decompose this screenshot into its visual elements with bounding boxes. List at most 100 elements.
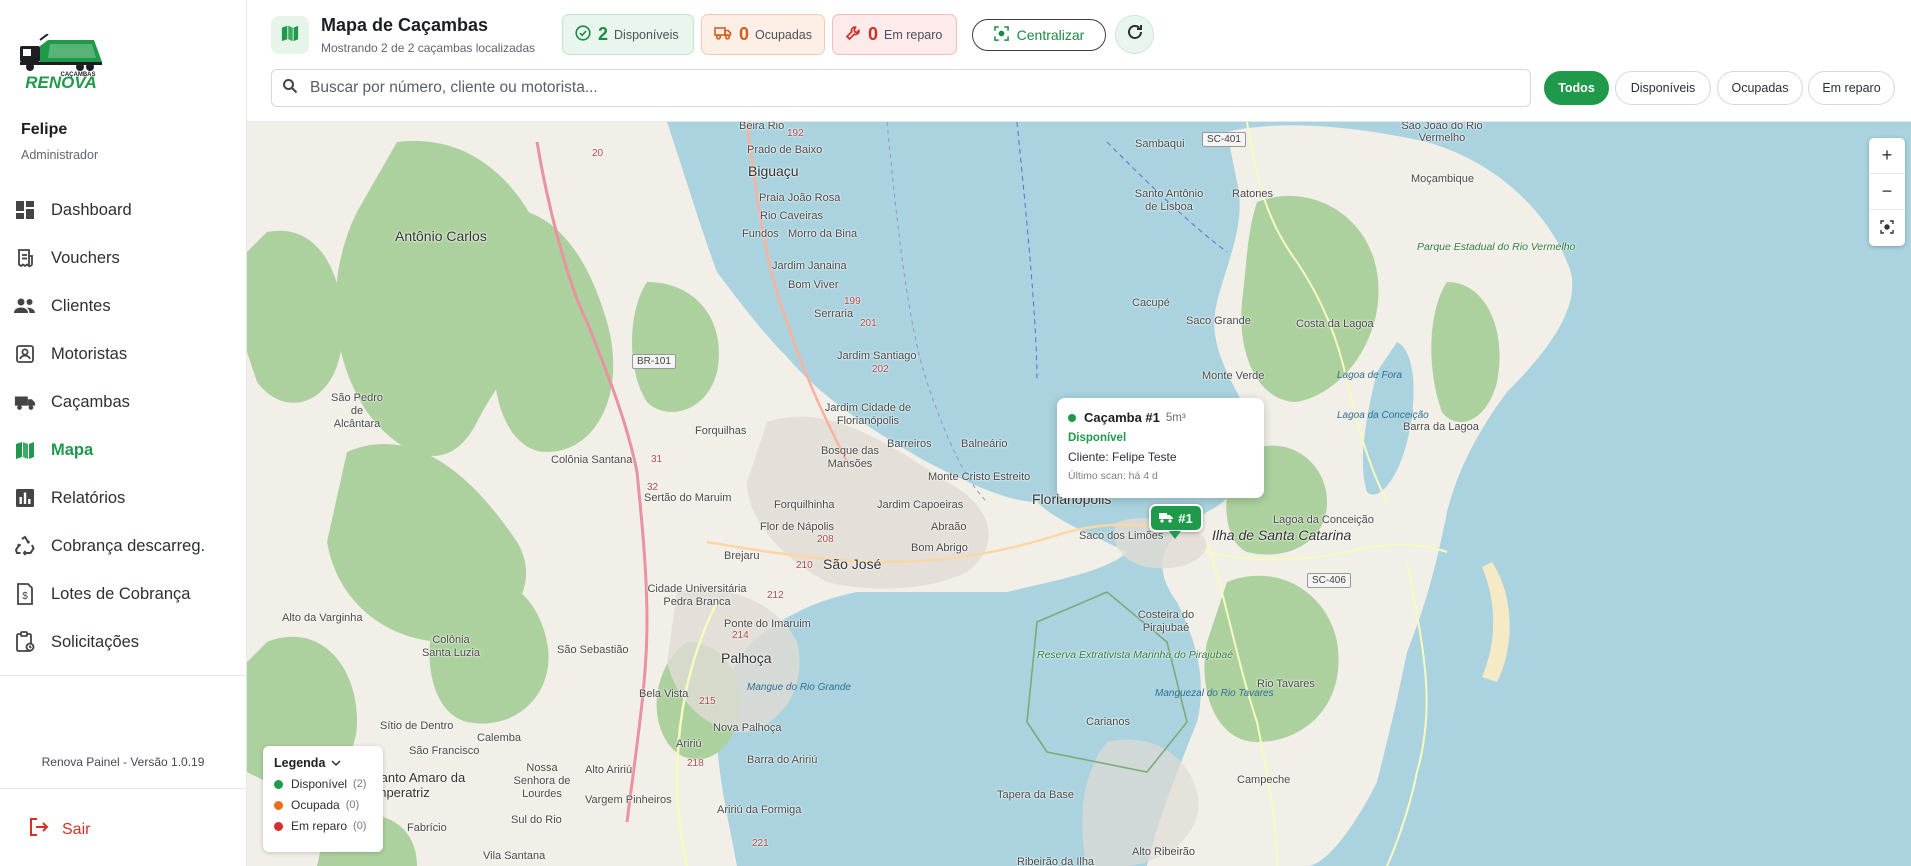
search-input[interactable] (310, 79, 1490, 97)
center-map-button[interactable]: Centralizar (972, 19, 1106, 51)
stat-repair: 0 Em reparo (832, 14, 957, 55)
road-number: 215 (699, 696, 716, 707)
logout-button[interactable]: Sair (28, 816, 90, 843)
road-shield: SC-401 (1202, 132, 1246, 147)
map-label: Costa da Lagoa (1296, 318, 1374, 330)
map-label: Vargem Pinheiros (585, 794, 672, 806)
road-number: 201 (860, 318, 877, 329)
road-number: 218 (687, 758, 704, 769)
legend-item-available: Disponível (2) (274, 777, 372, 791)
sidebar-item-relatorios[interactable]: Relatórios (0, 474, 246, 522)
stat-occupied-label: Ocupadas (755, 27, 812, 42)
sidebar-item-label: Vouchers (51, 248, 120, 267)
zoom-in-button[interactable]: + (1869, 138, 1905, 174)
popup-cacamba-name: Caçamba #1 (1084, 410, 1160, 425)
map-label: Praia João Rosa (759, 192, 841, 204)
map-label: Barreiros (887, 438, 932, 450)
cacamba-popup[interactable]: Caçamba #1 5m³ Disponível Cliente: Felip… (1057, 398, 1264, 498)
map-label: Serraria (814, 308, 854, 320)
sidebar-item-clientes[interactable]: Clientes (0, 282, 246, 330)
sidebar-item-vouchers[interactable]: Vouchers (0, 234, 246, 282)
status-dot (1068, 413, 1076, 422)
page-header: Mapa de Caçambas Mostrando 2 de 2 caçamb… (247, 0, 1911, 122)
app-version: Renova Painel - Versão 1.0.19 (41, 755, 205, 769)
map-label: Bela Vista (639, 688, 689, 700)
road-shield: SC-406 (1307, 573, 1351, 588)
sidebar-item-label: Clientes (51, 296, 111, 315)
cacamba-marker[interactable]: #1 (1149, 504, 1203, 532)
map-label: Nova Palhoça (713, 722, 782, 734)
sidebar-item-solicitacoes[interactable]: Solicitações (0, 618, 246, 666)
sidebar-divider (0, 675, 246, 676)
map-badge (271, 16, 309, 54)
filter-chip-todos[interactable]: Todos (1544, 71, 1609, 105)
map-label: Lagoa de Fora (1337, 370, 1403, 381)
road-number: 199 (844, 296, 861, 307)
clipboard-icon (14, 631, 36, 653)
renova-logo[interactable]: RENOVA CAÇAMBAS (18, 33, 104, 92)
map-label: Ribeirão da Ilha (1017, 856, 1095, 866)
sidebar-item-cobranca-descarreg[interactable]: Cobrança descarreg. (0, 522, 246, 570)
map-label: Alto Ribeirão (1132, 846, 1195, 858)
legend-count: (0) (345, 799, 360, 811)
map-label: Bom Viver (788, 279, 839, 291)
map-view[interactable]: Beira Rio Prado de Baixo Biguaçu Praia J… (247, 122, 1911, 866)
locate-button[interactable] (1869, 210, 1905, 246)
map-label: São João do Rio Vermelho (1401, 122, 1483, 144)
map-label: São Sebastião (557, 644, 629, 656)
zoom-out-button[interactable]: − (1869, 174, 1905, 210)
map-label: Barra do Aririú (747, 754, 818, 766)
center-map-label: Centralizar (1016, 27, 1085, 43)
stat-occupied-count: 0 (739, 24, 750, 44)
sidebar-item-label: Lotes de Cobrança (51, 584, 191, 603)
map-label: Forquilhas (695, 425, 747, 437)
marker-label: #1 (1178, 510, 1193, 526)
map-label: São Pedro de Alcântara (331, 392, 383, 430)
sidebar-item-label: Caçambas (51, 392, 130, 411)
map-label: Carianos (1086, 716, 1131, 728)
map-label: São José (823, 556, 882, 572)
map-label: Colônia Santa Luzia (421, 634, 481, 659)
map-label: Prado de Baixo (747, 144, 823, 156)
sidebar-item-label: Motoristas (51, 344, 128, 363)
map-label: Parque Estadual do Rio Vermelho (1417, 241, 1575, 253)
map-label: Jardim Cidade de Florianópolis (824, 402, 912, 427)
map-label: Alto Aririú (585, 764, 633, 776)
recycle-icon (14, 535, 36, 557)
map-label: Biguaçu (748, 163, 799, 179)
sidebar-item-dashboard[interactable]: Dashboard (0, 186, 246, 234)
map-label: Aririú da Formiga (717, 804, 802, 816)
center-focus-icon (993, 26, 1009, 44)
sidebar-item-cacambas[interactable]: Caçambas (0, 378, 246, 426)
popup-status: Disponível (1068, 432, 1127, 444)
people-icon (14, 295, 36, 317)
legend-label: Em reparo (291, 819, 348, 833)
road-number: 202 (872, 364, 889, 375)
map-label: Forquilhinha (774, 499, 835, 511)
sidebar-divider (0, 788, 246, 789)
sidebar-nav: Dashboard Vouchers Clientes Motoristas C… (0, 186, 246, 666)
filter-chip-ocupadas[interactable]: Ocupadas (1717, 71, 1803, 105)
map-label: Moçambique (1411, 173, 1474, 185)
legend-toggle[interactable]: Legenda (274, 756, 372, 770)
map-label: Fundos (742, 228, 779, 240)
logout-label: Sair (62, 820, 91, 838)
map-label: Ratones (1232, 188, 1273, 200)
map-label: Colônia Santana (551, 454, 633, 466)
filter-chip-disponiveis[interactable]: Disponíveis (1615, 71, 1711, 105)
map-label: Sambaqui (1135, 138, 1185, 150)
sidebar-item-lotes-cobranca[interactable]: $ Lotes de Cobrança (0, 570, 246, 618)
map-icon (281, 24, 299, 47)
filter-chip-em-reparo[interactable]: Em reparo (1808, 71, 1895, 105)
legend-dot (274, 821, 283, 831)
stat-available-label: Disponíveis (614, 27, 679, 42)
map-label: Antônio Carlos (395, 228, 487, 244)
truck-icon (14, 391, 36, 413)
refresh-button[interactable] (1115, 15, 1154, 54)
sidebar-item-mapa[interactable]: Mapa (0, 426, 246, 474)
legend-label: Disponível (291, 777, 348, 791)
map-label: Lagoa da Conceição (1337, 410, 1429, 421)
sidebar-item-motoristas[interactable]: Motoristas (0, 330, 246, 378)
map-label: Manguezal do Rio Tavares (1155, 688, 1274, 699)
map-label: Bom Abrigo (911, 542, 968, 554)
